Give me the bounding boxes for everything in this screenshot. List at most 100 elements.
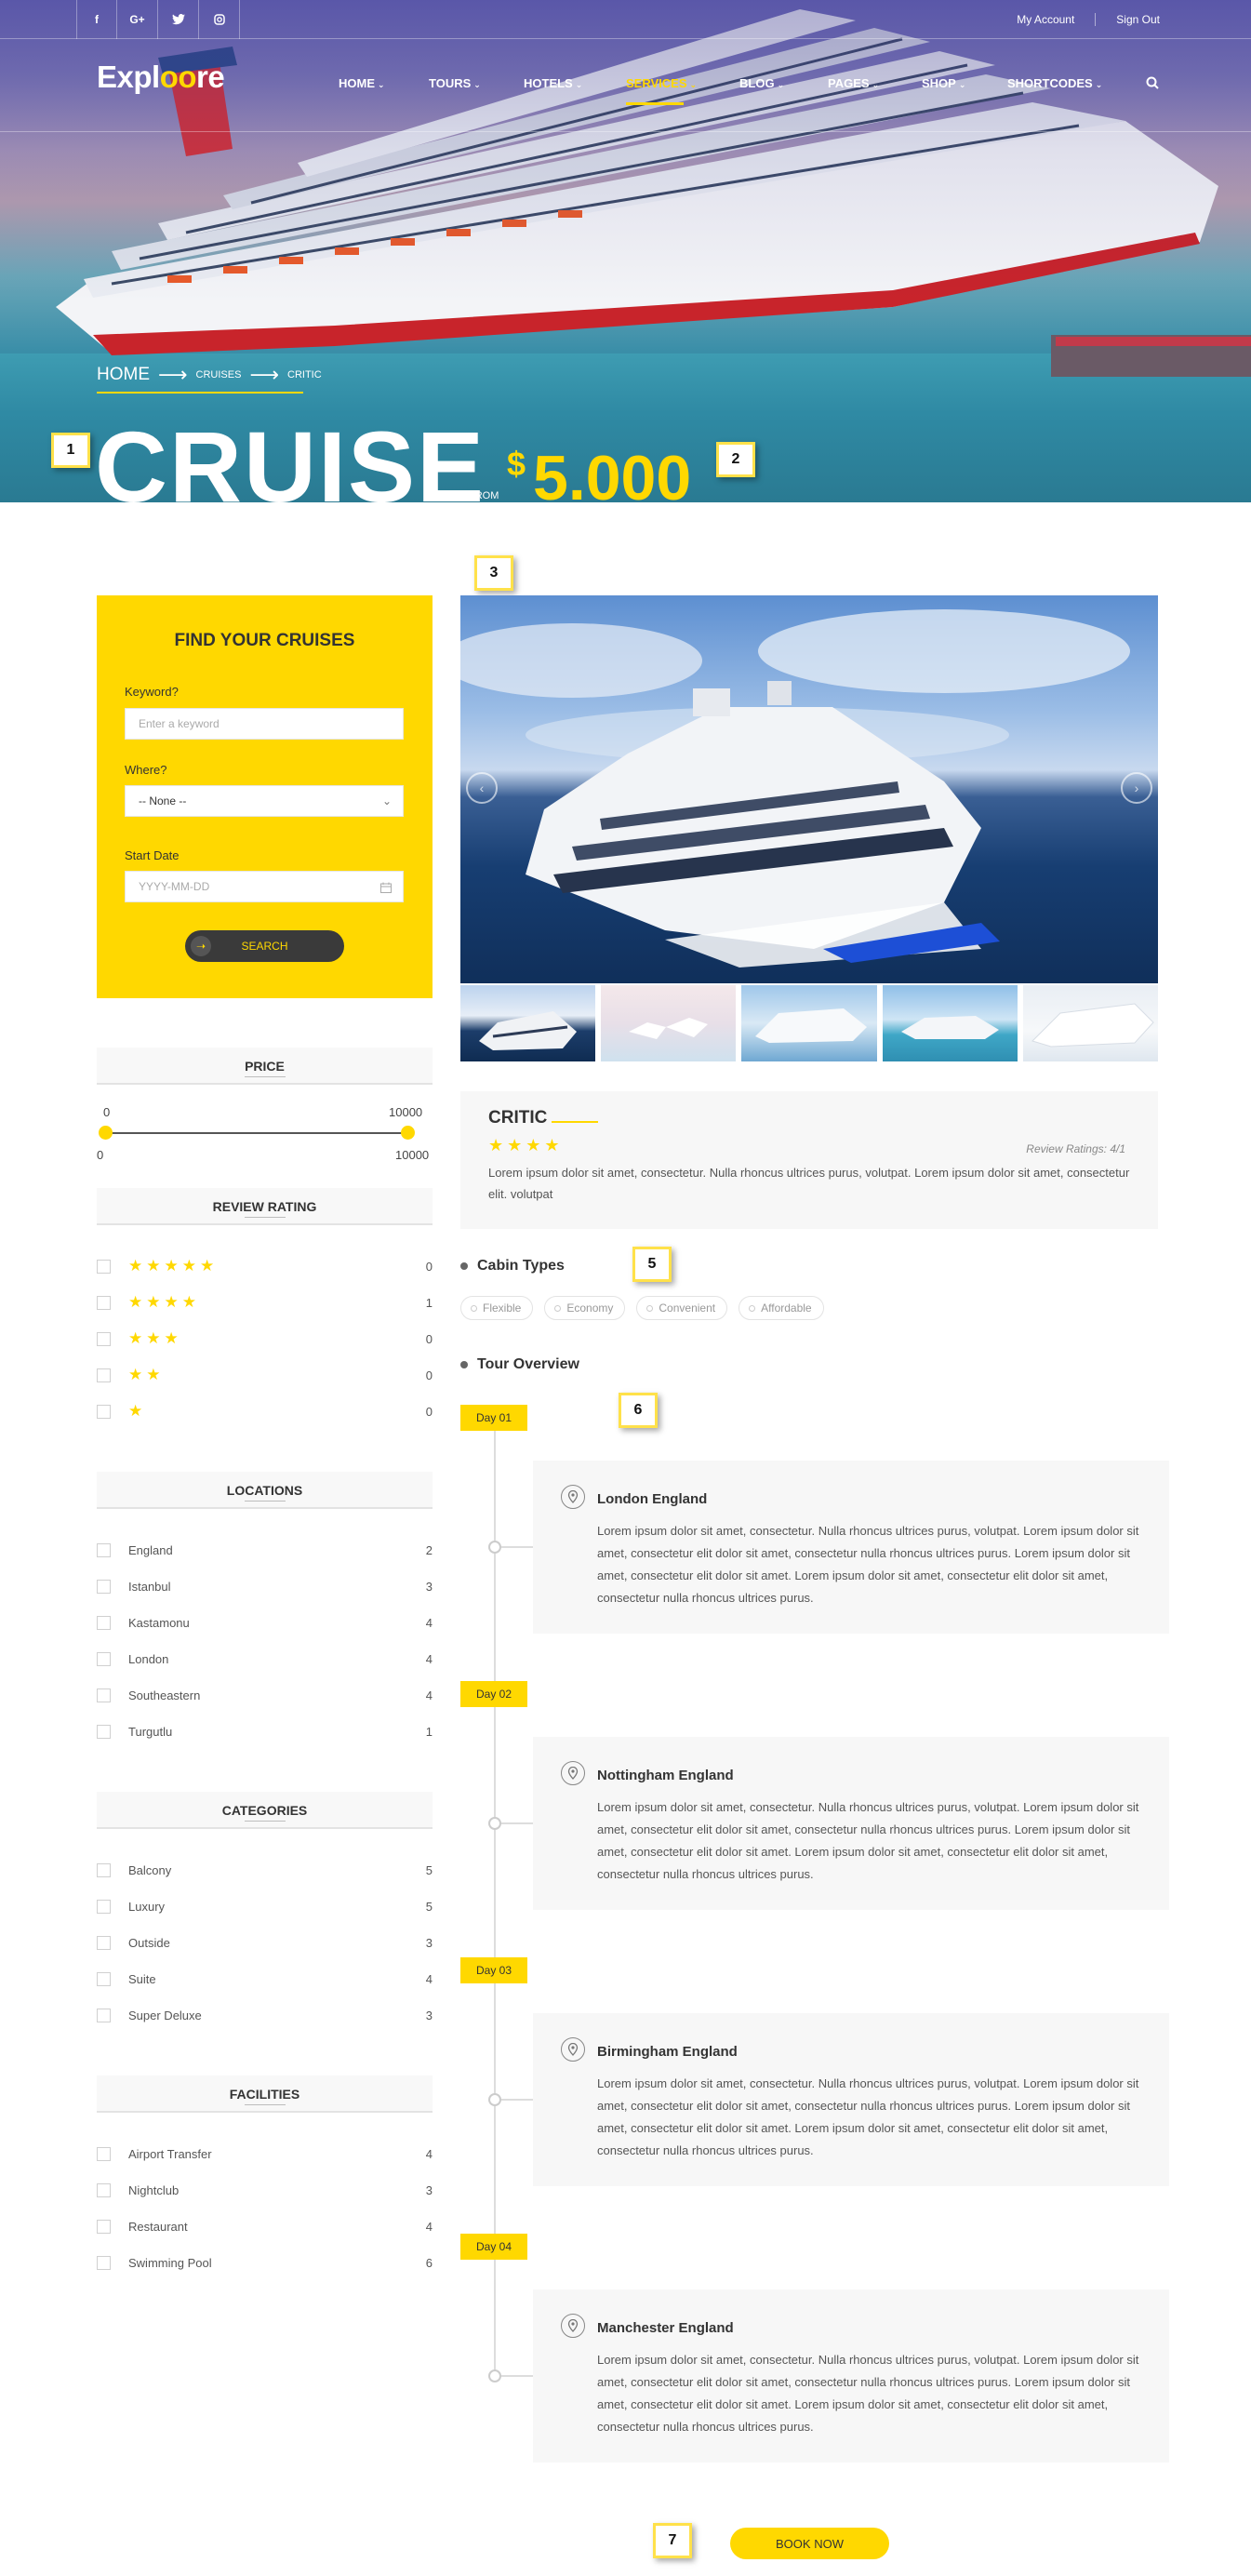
facilities-item[interactable]: Airport Transfer 4 <box>97 2145 433 2164</box>
categories-item[interactable]: Outside 3 <box>97 1934 433 1953</box>
checkbox[interactable] <box>97 1972 111 1986</box>
gallery-thumbnail[interactable] <box>1022 985 1159 1061</box>
locations-item[interactable]: Turgutlu 1 <box>97 1723 433 1742</box>
checkbox[interactable] <box>97 1900 111 1914</box>
site-logo[interactable]: Exploore <box>97 60 225 95</box>
my-account-link[interactable]: My Account <box>1017 13 1074 26</box>
locations-item[interactable]: England 2 <box>97 1542 433 1560</box>
checkbox[interactable] <box>97 2009 111 2022</box>
cabin-type-tag[interactable]: Convenient <box>636 1296 728 1320</box>
review-rating-item[interactable]: ★★ 0 <box>97 1366 433 1385</box>
locations-item[interactable]: Southeastern 4 <box>97 1687 433 1705</box>
cabin-type-tag[interactable]: Flexible <box>460 1296 534 1320</box>
nav-item-hotels[interactable]: HOTELS ⌄ <box>524 76 582 90</box>
nav-item-shortcodes[interactable]: SHORTCODES ⌄ <box>1007 76 1102 90</box>
checkbox[interactable] <box>97 1688 111 1702</box>
checkbox[interactable] <box>97 1863 111 1877</box>
review-rating-item[interactable]: ★★★ 0 <box>97 1329 433 1349</box>
nav-item-tours[interactable]: TOURS ⌄ <box>429 76 481 90</box>
nav-item-home[interactable]: HOME ⌄ <box>339 76 385 90</box>
google-plus-icon[interactable]: G+ <box>117 0 158 39</box>
checkbox[interactable] <box>97 2183 111 2197</box>
keyword-input[interactable]: Enter a keyword <box>125 708 404 740</box>
categories-item[interactable]: Balcony 5 <box>97 1862 433 1880</box>
search-button[interactable]: ➝ SEARCH <box>185 930 344 962</box>
facilities-item[interactable]: Nightclub 3 <box>97 2182 433 2200</box>
checkbox[interactable] <box>97 2147 111 2161</box>
review-rating-item[interactable]: ★ 0 <box>97 1402 433 1421</box>
locations-title-text: LOCATIONS <box>226 1483 303 1498</box>
price-range-min: 0 <box>97 1148 104 1162</box>
categories-item[interactable]: Luxury 5 <box>97 1898 433 1916</box>
breadcrumb-home[interactable]: HOME <box>97 365 150 385</box>
gallery-thumbnail[interactable] <box>741 985 877 1061</box>
chevron-down-icon: ⌄ <box>689 80 698 89</box>
price-slider-min-handle[interactable] <box>99 1126 113 1140</box>
tour-day-card: Manchester England Lorem ipsum dolor sit … <box>533 2289 1169 2463</box>
top-bar: f G+ My Account Sign Out <box>0 0 1251 39</box>
gallery-prev-button[interactable]: ‹ <box>466 772 498 804</box>
title-underline <box>244 1217 286 1218</box>
locations-item-label: Istanbul <box>128 1580 171 1594</box>
search-icon[interactable] <box>1146 76 1159 89</box>
nav-item-blog[interactable]: BLOG ⌄ <box>739 76 784 90</box>
map-pin-icon <box>561 1485 585 1509</box>
twitter-icon[interactable] <box>158 0 199 39</box>
categories-title: CATEGORIES <box>97 1792 433 1829</box>
map-pin-icon <box>561 2037 585 2062</box>
chevron-down-icon: ⌄ <box>381 794 392 808</box>
tour-day-place: Manchester England <box>597 2320 734 2336</box>
locations-item[interactable]: Istanbul 3 <box>97 1578 433 1596</box>
where-select[interactable]: -- None -- ⌄ <box>125 785 404 817</box>
locations-item[interactable]: Kastamonu 4 <box>97 1614 433 1633</box>
checkbox[interactable] <box>97 1368 111 1382</box>
checkbox[interactable] <box>97 1405 111 1419</box>
price-display: $ 5.000 <box>507 439 691 502</box>
breadcrumb-cruises[interactable]: CRUISES <box>196 369 242 380</box>
checkbox[interactable] <box>97 1616 111 1630</box>
cabin-type-tag[interactable]: Economy <box>544 1296 626 1320</box>
nav-item-services[interactable]: SERVICES ⌄ <box>626 76 698 105</box>
sign-out-link[interactable]: Sign Out <box>1116 13 1160 26</box>
review-rating-item[interactable]: ★★★★★ 0 <box>97 1257 433 1276</box>
where-select-value: -- None -- <box>139 794 187 808</box>
arrow-right-icon: ⟶ <box>158 363 188 386</box>
cabin-type-tag[interactable]: Affordable <box>739 1296 824 1320</box>
checkbox[interactable] <box>97 1296 111 1310</box>
price-slider-track[interactable] <box>105 1132 407 1134</box>
facebook-icon[interactable]: f <box>76 0 117 39</box>
cabin-type-label: Economy <box>566 1301 614 1315</box>
checkbox[interactable] <box>97 1580 111 1594</box>
gallery-next-button[interactable]: › <box>1121 772 1152 804</box>
price-slider-max-handle[interactable] <box>401 1126 415 1140</box>
gallery-main-image[interactable]: ‹ › <box>460 595 1158 983</box>
review-rating-item[interactable]: ★★★★ 1 <box>97 1293 433 1313</box>
locations-item[interactable]: London 4 <box>97 1650 433 1669</box>
categories-item-label: Luxury <box>128 1900 166 1914</box>
gallery-thumbnail[interactable] <box>601 985 737 1061</box>
book-now-button[interactable]: BOOK NOW <box>730 2528 889 2559</box>
logo-text-start: Expl <box>97 60 160 94</box>
price-value: 5.000 <box>533 443 692 502</box>
categories-item-label: Suite <box>128 1972 156 1986</box>
title-underline <box>244 1501 286 1502</box>
facilities-item[interactable]: Restaurant 4 <box>97 2218 433 2236</box>
checkbox[interactable] <box>97 2220 111 2234</box>
facilities-item[interactable]: Swimming Pool 6 <box>97 2254 433 2273</box>
nav-item-pages[interactable]: PAGES ⌄ <box>828 76 879 90</box>
checkbox[interactable] <box>97 1543 111 1557</box>
checkbox[interactable] <box>97 1260 111 1274</box>
categories-item[interactable]: Super Deluxe 3 <box>97 2007 433 2025</box>
gallery-thumbnail[interactable] <box>882 985 1018 1061</box>
checkbox[interactable] <box>97 1725 111 1739</box>
nav-item-shop[interactable]: SHOP ⌄ <box>922 76 965 90</box>
checkbox[interactable] <box>97 1652 111 1666</box>
gallery-thumbnail[interactable] <box>460 985 596 1061</box>
start-date-input[interactable]: YYYY-MM-DD <box>125 871 404 902</box>
categories-item[interactable]: Suite 4 <box>97 1970 433 1989</box>
checkbox[interactable] <box>97 1332 111 1346</box>
timeline-connector <box>501 1546 533 1548</box>
checkbox[interactable] <box>97 2256 111 2270</box>
instagram-icon[interactable] <box>199 0 240 39</box>
checkbox[interactable] <box>97 1936 111 1950</box>
